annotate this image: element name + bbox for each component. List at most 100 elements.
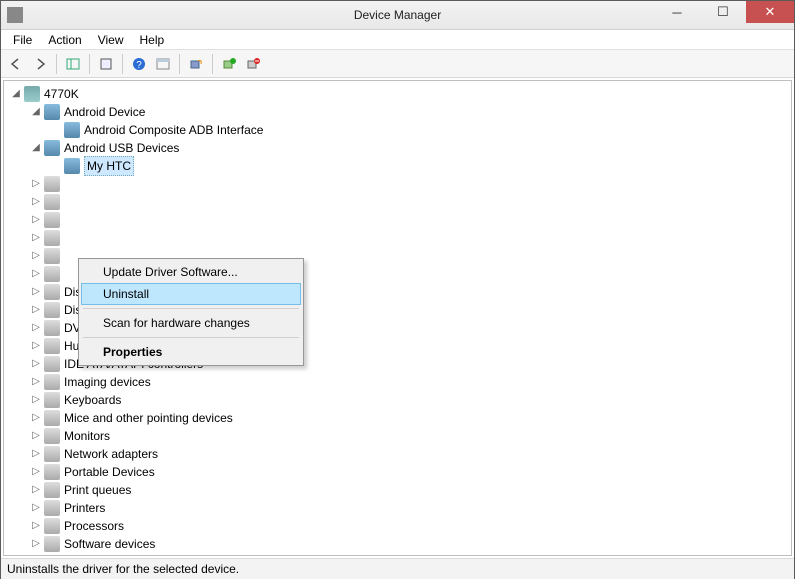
tree-label: Software devices — [64, 535, 155, 553]
tree-label — [64, 229, 67, 247]
tree-label: Network adapters — [64, 445, 158, 463]
expand-icon[interactable]: ▷ — [30, 286, 42, 298]
toolbar-separator — [179, 54, 180, 74]
phone-icon — [44, 140, 60, 156]
expand-icon[interactable]: ▷ — [30, 214, 42, 226]
device-icon — [44, 482, 60, 498]
expand-icon[interactable]: ▷ — [30, 340, 42, 352]
context-menu: Update Driver Software... Uninstall Scan… — [78, 258, 304, 366]
expand-icon[interactable]: ▷ — [30, 520, 42, 532]
uninstall-icon — [246, 57, 260, 71]
help-button[interactable]: ? — [128, 53, 150, 75]
uninstall-button[interactable] — [242, 53, 264, 75]
toolbar-separator — [212, 54, 213, 74]
menu-help[interactable]: Help — [132, 31, 173, 49]
expand-icon[interactable]: ▷ — [30, 358, 42, 370]
tree-category[interactable]: ▷Processors — [8, 517, 791, 535]
expand-icon[interactable]: ▷ — [30, 268, 42, 280]
collapse-icon[interactable]: ◢ — [30, 142, 42, 154]
phone-icon — [64, 122, 80, 138]
ctx-update-driver[interactable]: Update Driver Software... — [81, 261, 301, 283]
expand-icon[interactable]: ▷ — [30, 304, 42, 316]
tree-label: Keyboards — [64, 391, 121, 409]
tree-pane-icon — [66, 57, 80, 71]
ctx-scan-hardware[interactable]: Scan for hardware changes — [81, 312, 301, 334]
spacer — [50, 160, 62, 172]
show-hide-tree-button[interactable] — [62, 53, 84, 75]
expand-icon[interactable]: ▷ — [30, 430, 42, 442]
expand-icon[interactable]: ▷ — [30, 538, 42, 550]
tree-category[interactable]: ▷Printers — [8, 499, 791, 517]
ctx-properties[interactable]: Properties — [81, 341, 301, 363]
ctx-uninstall[interactable]: Uninstall — [81, 283, 301, 305]
tree-category-hidden[interactable]: ▷ — [8, 193, 791, 211]
computer-icon — [24, 86, 40, 102]
back-button[interactable] — [5, 53, 27, 75]
tree-label — [64, 265, 67, 283]
collapse-icon[interactable]: ◢ — [10, 88, 22, 100]
close-button[interactable]: ✕ — [746, 1, 794, 23]
expand-icon[interactable]: ▷ — [30, 502, 42, 514]
tree-label — [64, 175, 67, 193]
tree-item-my-htc[interactable]: My HTC — [8, 157, 791, 175]
minimize-button[interactable]: ─ — [654, 1, 700, 23]
tree-category[interactable]: ▷ Imaging devices — [8, 373, 791, 391]
expand-icon[interactable]: ▷ — [30, 412, 42, 424]
expand-icon[interactable]: ▷ — [30, 178, 42, 190]
phone-icon — [44, 104, 60, 120]
expand-icon[interactable]: ▷ — [30, 448, 42, 460]
properties-icon — [99, 57, 113, 71]
tree-category[interactable]: ▷Portable Devices — [8, 463, 791, 481]
device-icon — [44, 320, 60, 336]
tree-category-hidden[interactable]: ▷ — [8, 211, 791, 229]
expand-icon[interactable]: ▷ — [30, 232, 42, 244]
toolbar-separator — [122, 54, 123, 74]
tree-category[interactable]: ▷ Software devices — [8, 535, 791, 553]
toolbar: ? — [1, 50, 794, 78]
expand-icon[interactable]: ▷ — [30, 250, 42, 262]
menu-file[interactable]: File — [5, 31, 40, 49]
device-icon — [44, 284, 60, 300]
tree-label: Android Composite ADB Interface — [84, 121, 263, 139]
tree-category-hidden[interactable]: ▷ — [8, 175, 791, 193]
tree-label: Imaging devices — [64, 373, 151, 391]
tree-label: Android Device — [64, 103, 145, 121]
expand-icon[interactable]: ▷ — [30, 466, 42, 478]
tree-root[interactable]: ◢ 4770K — [8, 85, 791, 103]
svg-text:?: ? — [136, 60, 142, 71]
toolbar-separator — [89, 54, 90, 74]
tree-category[interactable]: ▷Mice and other pointing devices — [8, 409, 791, 427]
properties-button[interactable] — [95, 53, 117, 75]
scan-hardware-button[interactable] — [185, 53, 207, 75]
forward-button[interactable] — [29, 53, 51, 75]
maximize-button[interactable]: ☐ — [700, 1, 746, 23]
tree-category-android-device[interactable]: ◢ Android Device — [8, 103, 791, 121]
tree-category[interactable]: ▷ Network adapters — [8, 445, 791, 463]
collapse-icon[interactable]: ◢ — [30, 106, 42, 118]
tree-label — [64, 247, 67, 265]
help-icon: ? — [132, 57, 146, 71]
tree-category-hidden[interactable]: ▷ — [8, 229, 791, 247]
tree-category-android-usb[interactable]: ◢ Android USB Devices — [8, 139, 791, 157]
action-pane-button[interactable] — [152, 53, 174, 75]
window-controls: ─ ☐ ✕ — [654, 1, 794, 23]
tree-category[interactable]: ▷Monitors — [8, 427, 791, 445]
expand-icon[interactable]: ▷ — [30, 196, 42, 208]
tree-category[interactable]: ▷ Keyboards — [8, 391, 791, 409]
tree-item-android-adb[interactable]: Android Composite ADB Interface — [8, 121, 791, 139]
menu-action[interactable]: Action — [40, 31, 89, 49]
app-icon — [7, 7, 23, 23]
tree-label — [64, 193, 67, 211]
update-driver-button[interactable] — [218, 53, 240, 75]
menu-view[interactable]: View — [90, 31, 132, 49]
expand-icon[interactable]: ▷ — [30, 376, 42, 388]
expand-icon[interactable]: ▷ — [30, 322, 42, 334]
expand-icon[interactable]: ▷ — [30, 484, 42, 496]
device-icon — [44, 194, 60, 210]
tree-category[interactable]: ▷Print queues — [8, 481, 791, 499]
tree-root-label: 4770K — [44, 85, 79, 103]
device-icon — [44, 176, 60, 192]
expand-icon[interactable]: ▷ — [30, 394, 42, 406]
ctx-separator — [83, 308, 299, 309]
spacer — [50, 124, 62, 136]
